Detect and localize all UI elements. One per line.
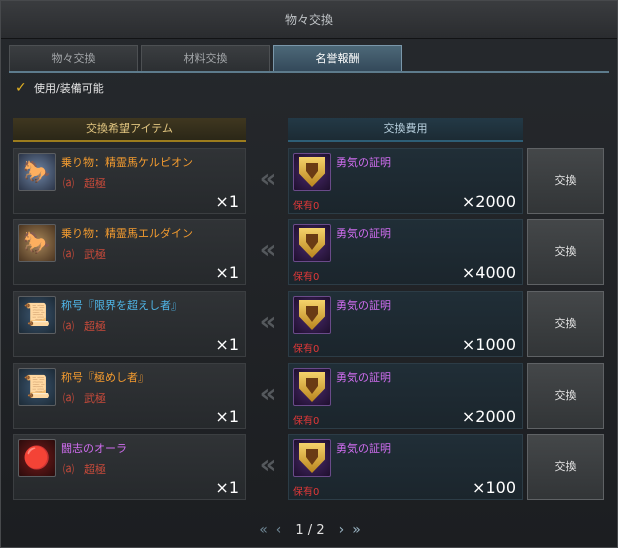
reward-item-name: 称号『限界を超えし者』	[61, 299, 182, 312]
reward-item-grade: ⒜ 武極	[63, 390, 106, 406]
cost-item-name: 勇気の証明	[336, 299, 391, 312]
exchange-button[interactable]: 交換	[527, 148, 604, 214]
window-title: 物々交換	[1, 1, 617, 39]
horse-eldain-icon[interactable]: 🐎	[18, 224, 56, 262]
usable-filter-label: 使用/装備可能	[34, 82, 104, 95]
exchange-button[interactable]: 交換	[527, 291, 604, 357]
courage-proof-icon[interactable]	[293, 224, 331, 262]
cost-amount: ×100	[472, 478, 516, 497]
cost-item-name: 勇気の証明	[336, 371, 391, 384]
double-left-arrow-icon: «	[259, 164, 277, 194]
reward-item-count: ×1	[215, 263, 239, 282]
exchange-row: 🔴 闘志のオーラ ⒜ 超極 ×1 « 勇気の証明 保有0 ×100 交換	[13, 434, 607, 500]
owned-count: 保有0	[293, 416, 320, 427]
tab-bar: 物々交換 材料交換 名誉報酬	[9, 45, 402, 71]
reward-item-cell[interactable]: 🔴 闘志のオーラ ⒜ 超極 ×1	[13, 434, 246, 500]
horse-kelpion-icon[interactable]: 🐎	[18, 153, 56, 191]
reward-item-name: 乗り物：精霊馬エルダイン	[61, 227, 193, 240]
owned-count: 保有0	[293, 487, 320, 498]
grade-label: 超極	[84, 320, 106, 333]
cost-amount: ×4000	[461, 263, 516, 282]
exchange-button[interactable]: 交換	[527, 219, 604, 285]
reward-item-name: 乗り物：精霊馬ケルピオン	[61, 156, 193, 169]
exchange-row: 📜 称号『極めし者』 ⒜ 武極 ×1 « 勇気の証明 保有0 ×2000 交換	[13, 363, 607, 429]
owned-count: 保有0	[293, 201, 320, 212]
title-scroll-icon[interactable]: 📜	[18, 368, 56, 406]
grade-emblem-icon: ⒜	[63, 248, 74, 261]
owned-count: 保有0	[293, 272, 320, 283]
usable-filter[interactable]: ✓ 使用/装備可能	[15, 80, 104, 96]
cost-item-cell[interactable]: 勇気の証明 保有0 ×2000	[288, 148, 523, 214]
exchange-button[interactable]: 交換	[527, 363, 604, 429]
double-left-arrow-icon: «	[259, 450, 277, 480]
cost-header: 交換費用	[288, 118, 523, 142]
reward-item-grade: ⒜ 超極	[63, 318, 106, 334]
reward-item-cell[interactable]: 🐎 乗り物：精霊馬エルダイン ⒜ 武極 ×1	[13, 219, 246, 285]
reward-item-grade: ⒜ 武極	[63, 246, 106, 262]
grade-label: 超極	[84, 463, 106, 476]
reward-item-name: 闘志のオーラ	[61, 442, 127, 455]
exchange-row: 📜 称号『限界を超えし者』 ⒜ 超極 ×1 « 勇気の証明 保有0 ×1000 …	[13, 291, 607, 357]
exchange-window: 物々交換 物々交換 材料交換 名誉報酬 ✓ 使用/装備可能 交換希望アイテム 交…	[0, 0, 618, 548]
cost-item-cell[interactable]: 勇気の証明 保有0 ×100	[288, 434, 523, 500]
grade-emblem-icon: ⒜	[63, 392, 74, 405]
last-page-button[interactable]: »	[352, 522, 361, 538]
cost-item-cell[interactable]: 勇気の証明 保有0 ×1000	[288, 291, 523, 357]
tab-barter[interactable]: 物々交換	[9, 45, 138, 71]
courage-proof-icon[interactable]	[293, 439, 331, 477]
cost-item-cell[interactable]: 勇気の証明 保有0 ×2000	[288, 363, 523, 429]
cost-amount: ×1000	[461, 335, 516, 354]
pagination: « ‹ 1 / 2 › »	[1, 519, 618, 541]
courage-proof-icon[interactable]	[293, 153, 331, 191]
cost-item-name: 勇気の証明	[336, 156, 391, 169]
owned-count: 保有0	[293, 344, 320, 355]
reward-item-name: 称号『極めし者』	[61, 371, 149, 384]
cost-item-name: 勇気の証明	[336, 442, 391, 455]
checkmark-icon[interactable]: ✓	[15, 81, 29, 95]
reward-item-count: ×1	[215, 478, 239, 497]
reward-item-cell[interactable]: 📜 称号『限界を超えし者』 ⒜ 超極 ×1	[13, 291, 246, 357]
courage-proof-icon[interactable]	[293, 296, 331, 334]
exchange-row: 🐎 乗り物：精霊馬エルダイン ⒜ 武極 ×1 « 勇気の証明 保有0 ×4000…	[13, 219, 607, 285]
reward-item-grade: ⒜ 超極	[63, 175, 106, 191]
grade-label: 武極	[84, 392, 106, 405]
reward-item-grade: ⒜ 超極	[63, 461, 106, 477]
double-left-arrow-icon: «	[259, 379, 277, 409]
double-left-arrow-icon: «	[259, 235, 277, 265]
double-left-arrow-icon: «	[259, 307, 277, 337]
title-scroll-icon[interactable]: 📜	[18, 296, 56, 334]
exchange-row: 🐎 乗り物：精霊馬ケルピオン ⒜ 超極 ×1 « 勇気の証明 保有0 ×2000…	[13, 148, 607, 214]
reward-item-cell[interactable]: 📜 称号『極めし者』 ⒜ 武極 ×1	[13, 363, 246, 429]
tab-underline	[9, 71, 609, 73]
reward-item-cell[interactable]: 🐎 乗り物：精霊馬ケルピオン ⒜ 超極 ×1	[13, 148, 246, 214]
cost-item-cell[interactable]: 勇気の証明 保有0 ×4000	[288, 219, 523, 285]
wanted-items-header: 交換希望アイテム	[13, 118, 246, 142]
reward-item-count: ×1	[215, 407, 239, 426]
cost-item-name: 勇気の証明	[336, 227, 391, 240]
grade-emblem-icon: ⒜	[63, 463, 74, 476]
next-page-button[interactable]: ›	[339, 522, 345, 538]
grade-label: 超極	[84, 177, 106, 190]
tab-material[interactable]: 材料交換	[141, 45, 270, 71]
grade-emblem-icon: ⒜	[63, 320, 74, 333]
grade-emblem-icon: ⒜	[63, 177, 74, 190]
reward-item-count: ×1	[215, 335, 239, 354]
first-page-button[interactable]: «	[259, 522, 268, 538]
aura-orb-icon[interactable]: 🔴	[18, 439, 56, 477]
reward-item-count: ×1	[215, 192, 239, 211]
tab-honor-reward[interactable]: 名誉報酬	[273, 45, 402, 71]
page-indicator: 1 / 2	[295, 522, 325, 538]
grade-label: 武極	[84, 248, 106, 261]
exchange-button[interactable]: 交換	[527, 434, 604, 500]
cost-amount: ×2000	[461, 407, 516, 426]
cost-amount: ×2000	[461, 192, 516, 211]
courage-proof-icon[interactable]	[293, 368, 331, 406]
prev-page-button[interactable]: ‹	[276, 522, 282, 538]
